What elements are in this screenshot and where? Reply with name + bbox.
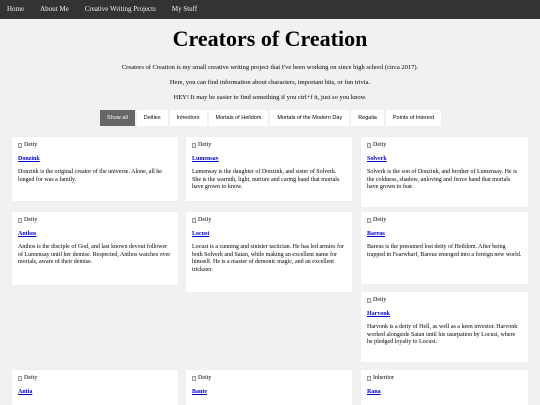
filter-show-all-button[interactable]: Show all: [100, 110, 135, 126]
card-image: Deity: [367, 296, 522, 305]
intro-line-3: HEY! It may be easier to find something …: [173, 94, 367, 101]
card-name-link[interactable]: Donzink: [18, 156, 172, 164]
card-description: Harvonk is a deity of Hell, as well as a…: [367, 323, 518, 346]
card-image: Deity: [367, 141, 522, 150]
image-alt-text: Inheritor: [373, 374, 394, 381]
image-alt-text: Deity: [373, 141, 387, 148]
filter-points-of-interest-button[interactable]: Points of Interest: [385, 110, 442, 126]
card-bante: Deity Bante: [186, 370, 352, 405]
image-alt-text: Deity: [373, 216, 387, 223]
filter-mortals-modern-day-button[interactable]: Mortals of the Modern Day: [270, 110, 350, 126]
card-name-link[interactable]: Rana: [367, 389, 522, 397]
card-description: Bareus is the presumed lost deity of Hei…: [367, 243, 522, 258]
intro-line-1: Creators of Creation is my small creativ…: [121, 64, 419, 71]
card-image: Deity: [18, 374, 172, 383]
card-lumensay: Deity Lumensay Lumensay is the daughter …: [186, 137, 352, 201]
image-alt-text: Deity: [24, 216, 38, 223]
filter-mortals-heildom-button[interactable]: Mortals of Heildom: [208, 110, 269, 126]
broken-image-icon: [367, 218, 371, 223]
broken-image-icon: [367, 298, 371, 303]
image-alt-text: Deity: [24, 374, 38, 381]
page-title: Creators of Creation: [172, 26, 368, 51]
broken-image-icon: [367, 143, 371, 148]
top-navigation: Home About Me Creative Writing Projects …: [0, 0, 540, 19]
card-name-link[interactable]: Antia: [18, 389, 172, 397]
broken-image-icon: [192, 143, 196, 148]
card-name-link[interactable]: Bante: [192, 389, 346, 397]
card-image: Deity: [18, 141, 172, 150]
card-name-link[interactable]: Bareus: [367, 231, 522, 239]
card-name-link[interactable]: Locust: [192, 231, 346, 239]
filter-deities-button[interactable]: Deities: [136, 110, 168, 126]
card-image: Deity: [192, 141, 346, 150]
card-image: Deity: [18, 216, 172, 225]
card-description: Anthos is the disciple of God, and last …: [18, 243, 171, 266]
card-description: Locust is a cunning and sinister tactici…: [192, 243, 344, 274]
card-name-link[interactable]: Harvonk: [367, 311, 522, 319]
broken-image-icon: [18, 143, 22, 148]
broken-image-icon: [18, 218, 22, 223]
card-description: Donzink is the original creator of the u…: [18, 168, 162, 183]
card-harvonk: Deity Harvonk Harvonk is a deity of Hell…: [361, 292, 528, 362]
nav-my-stuff-link[interactable]: My Stuff: [164, 0, 205, 19]
broken-image-icon: [192, 376, 196, 381]
card-solverk: Deity Solverk Solverk is the son of Donz…: [361, 137, 528, 207]
image-alt-text: Deity: [198, 374, 212, 381]
card-image: Deity: [192, 216, 346, 225]
card-description: Lumensay is the daughter of Donzink, and…: [192, 168, 340, 191]
card-name-link[interactable]: Anthos: [18, 231, 172, 239]
nav-home-link[interactable]: Home: [0, 0, 32, 19]
image-alt-text: Deity: [198, 141, 212, 148]
card-anthos: Deity Anthos Anthos is the disciple of G…: [12, 212, 178, 285]
filter-inheritors-button[interactable]: Inheritors: [169, 110, 207, 126]
card-bareus: Deity Bareus Bareus is the presumed lost…: [361, 212, 528, 284]
filter-bar: Show all Deities Inheritors Mortals of H…: [100, 110, 442, 126]
card-name-link[interactable]: Lumensay: [192, 156, 346, 164]
card-image: Inheritor: [367, 374, 522, 383]
nav-about-me-link[interactable]: About Me: [32, 0, 77, 19]
card-locust: Deity Locust Locust is a cunning and sin…: [186, 212, 352, 292]
card-image: Deity: [367, 216, 522, 225]
card-donzink: Deity Donzink Donzink is the original cr…: [12, 137, 178, 201]
broken-image-icon: [18, 376, 22, 381]
image-alt-text: Deity: [198, 216, 212, 223]
nav-creative-writing-link[interactable]: Creative Writing Projects: [77, 0, 164, 19]
card-image: Deity: [192, 374, 346, 383]
broken-image-icon: [367, 376, 371, 381]
card-name-link[interactable]: Solverk: [367, 156, 522, 164]
card-rana: Inheritor Rana: [361, 370, 528, 405]
intro-line-2: Here, you can find information about cha…: [169, 79, 371, 86]
broken-image-icon: [192, 218, 196, 223]
image-alt-text: Deity: [373, 296, 387, 303]
image-alt-text: Deity: [24, 141, 38, 148]
card-description: Solverk is the son of Donzink, and broth…: [367, 168, 518, 191]
filter-regalia-button[interactable]: Regalia: [351, 110, 384, 126]
card-antia: Deity Antia: [12, 370, 178, 405]
